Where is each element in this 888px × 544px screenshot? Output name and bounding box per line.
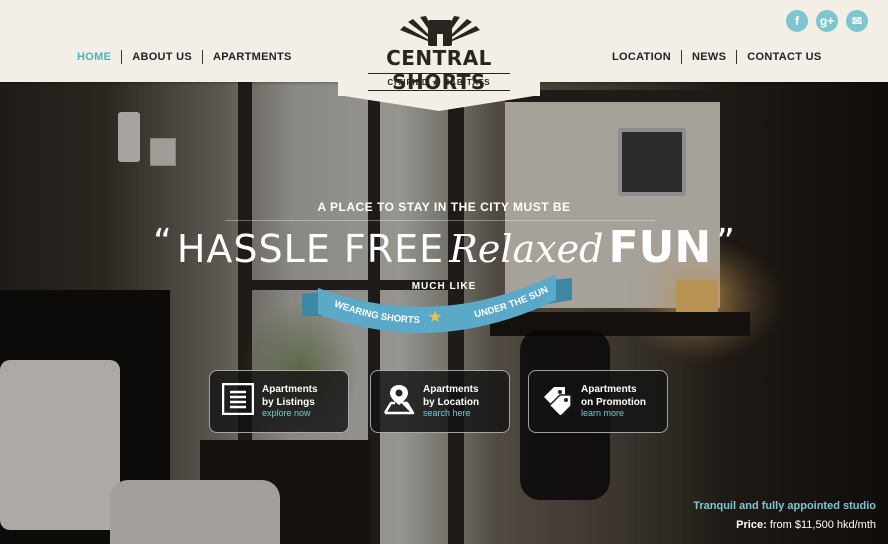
price-label: Price: [736,519,767,531]
cta-title: Apartments on Promotion [581,383,646,409]
nav-news[interactable]: NEWS [681,50,736,64]
cta-link[interactable]: search here [423,408,471,418]
hero-headline: “ HASSLE FREE Relaxed FUN ” [0,222,888,273]
ribbon-banner: WEARING SHORTS UNDER THE SUN ★ [302,274,572,333]
cta-apartments-by-location[interactable]: Apartments by Location search here [370,370,510,433]
list-icon [222,383,254,415]
nav-apartments[interactable]: APARTMENTS [202,50,302,64]
star-icon: ★ [431,78,441,87]
cta-line1: Apartments [262,384,318,395]
nav-location[interactable]: LOCATION [602,50,681,64]
cta-line1: Apartments [581,384,637,395]
google-plus-icon[interactable]: g+ [816,10,838,32]
price-text: Price: from $11,500 hkd/mth [736,519,876,531]
cta-apartments-on-promotion[interactable]: Apartments on Promotion learn more [528,370,668,433]
logo-divider [368,90,510,91]
nav-home[interactable]: HOME [67,50,121,64]
logo-sub-right: HABITATS [443,78,491,87]
email-icon[interactable]: ✉ [846,10,868,32]
logo-sub-left: CITIFIED [387,78,429,87]
map-pin-icon [383,385,415,415]
tags-icon [544,387,572,415]
hero-tagline: A PLACE TO STAY IN THE CITY MUST BE [317,200,571,214]
cta-apartments-by-listings[interactable]: Apartments by Listings explore now [209,370,349,433]
sun-rays-icon [400,16,480,46]
star-icon: ★ [428,309,442,326]
logo-subtitle: CITIFIED ★ HABITATS [338,78,540,87]
nav-contact-us[interactable]: CONTACT US [736,50,831,64]
primary-nav-right: LOCATION NEWS CONTACT US [602,50,832,64]
headline-relaxed: Relaxed [449,227,604,271]
cta-line1: Apartments [423,384,479,395]
site-logo[interactable]: CENTRAL SHORTS CITIFIED ★ HABITATS [338,0,540,111]
logo-divider [368,73,510,74]
close-quote: ” [716,222,735,263]
open-quote: “ [153,222,172,263]
facebook-icon[interactable]: f [786,10,808,32]
nav-about-us[interactable]: ABOUT US [121,50,202,64]
primary-nav-left: HOME ABOUT US APARTMENTS [67,50,302,64]
headline-hassle-free: HASSLE FREE [176,227,445,271]
cta-title: Apartments by Listings [262,383,318,409]
tagline-divider [225,220,655,221]
price-value: from $11,500 hkd/mth [769,519,876,531]
logo-badge-tip [338,95,540,111]
headline-fun: FUN [608,222,712,273]
cta-title: Apartments by Location [423,383,479,409]
cta-link[interactable]: learn more [581,408,624,418]
cta-link[interactable]: explore now [262,408,311,418]
photo-caption: Tranquil and fully appointed studio [693,500,876,512]
social-links: f g+ ✉ [786,10,868,32]
